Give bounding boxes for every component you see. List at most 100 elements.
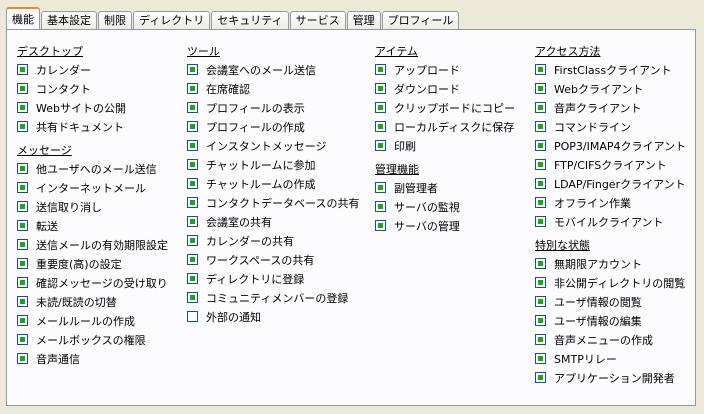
checkbox-checked[interactable] [187, 292, 198, 303]
checkbox-checked[interactable] [187, 102, 198, 113]
permission-option[interactable]: 音声メニューの作成 [535, 330, 686, 349]
permission-option[interactable]: クリップボードにコピー [375, 98, 515, 117]
permission-option[interactable]: プロフィールの表示 [187, 98, 359, 117]
permission-option[interactable]: FirstClassクライアント [535, 60, 686, 79]
checkbox-checked[interactable] [17, 258, 28, 269]
permission-option[interactable]: Webクライアント [535, 79, 686, 98]
checkbox-checked[interactable] [375, 121, 386, 132]
tab-services[interactable]: サービス [289, 11, 346, 29]
checkbox-checked[interactable] [17, 277, 28, 288]
permission-option[interactable]: 非公開ディレクトリの閲覧 [535, 273, 686, 292]
checkbox-checked[interactable] [535, 159, 546, 170]
checkbox-checked[interactable] [187, 254, 198, 265]
permission-option[interactable]: アプリケーション開発者 [535, 368, 686, 387]
checkbox-checked[interactable] [17, 64, 28, 75]
permission-option[interactable]: 転送 [17, 216, 168, 235]
checkbox-checked[interactable] [535, 197, 546, 208]
permission-option[interactable]: 在席確認 [187, 79, 359, 98]
permission-option[interactable]: SMTPリレー [535, 349, 686, 368]
permission-option[interactable]: ダウンロード [375, 79, 515, 98]
checkbox-checked[interactable] [535, 83, 546, 94]
checkbox-checked[interactable] [187, 273, 198, 284]
checkbox-checked[interactable] [535, 140, 546, 151]
permission-option[interactable]: アップロード [375, 60, 515, 79]
checkbox-checked[interactable] [17, 353, 28, 364]
tab-features[interactable]: 機能 [6, 7, 40, 29]
permission-option[interactable]: コミュニティメンバーの登録 [187, 288, 359, 307]
permission-option[interactable]: モバイルクライアント [535, 212, 686, 231]
permission-option[interactable]: チャットルームに参加 [187, 155, 359, 174]
checkbox-checked[interactable] [535, 372, 546, 383]
checkbox-checked[interactable] [535, 178, 546, 189]
permission-option[interactable]: 確認メッセージの受け取り [17, 273, 168, 292]
checkbox-checked[interactable] [535, 216, 546, 227]
checkbox-checked[interactable] [17, 315, 28, 326]
checkbox-checked[interactable] [375, 140, 386, 151]
permission-option[interactable]: 共有ドキュメント [17, 117, 168, 136]
checkbox-checked[interactable] [17, 182, 28, 193]
permission-option[interactable]: ユーザ情報の閲覧 [535, 292, 686, 311]
permission-option[interactable]: ディレクトリに登録 [187, 269, 359, 288]
checkbox-checked[interactable] [187, 140, 198, 151]
permission-option[interactable]: ユーザ情報の編集 [535, 311, 686, 330]
checkbox-checked[interactable] [375, 64, 386, 75]
permission-option[interactable]: 外部の通知 [187, 307, 359, 326]
permission-option[interactable]: プロフィールの作成 [187, 117, 359, 136]
checkbox-checked[interactable] [17, 239, 28, 250]
permission-option[interactable]: ローカルディスクに保存 [375, 117, 515, 136]
permission-option[interactable]: コンタクト [17, 79, 168, 98]
permission-option[interactable]: メールボックスの権限 [17, 330, 168, 349]
permission-option[interactable]: ワークスペースの共有 [187, 250, 359, 269]
checkbox-checked[interactable] [375, 182, 386, 193]
checkbox-unchecked[interactable] [187, 311, 198, 322]
tab-admin[interactable]: 管理 [346, 11, 381, 29]
permission-option[interactable]: 副管理者 [375, 178, 515, 197]
checkbox-checked[interactable] [535, 102, 546, 113]
checkbox-checked[interactable] [535, 334, 546, 345]
tab-limits[interactable]: 制限 [98, 11, 132, 29]
permission-option[interactable]: サーバの監視 [375, 197, 515, 216]
checkbox-checked[interactable] [535, 121, 546, 132]
checkbox-checked[interactable] [535, 296, 546, 307]
permission-option[interactable]: 印刷 [375, 136, 515, 155]
permission-option[interactable]: 他ユーザへのメール送信 [17, 159, 168, 178]
permission-option[interactable]: POP3/IMAP4クライアント [535, 136, 686, 155]
permission-option[interactable]: コンタクトデータベースの共有 [187, 193, 359, 212]
checkbox-checked[interactable] [535, 258, 546, 269]
checkbox-checked[interactable] [187, 64, 198, 75]
checkbox-checked[interactable] [187, 216, 198, 227]
checkbox-checked[interactable] [187, 197, 198, 208]
tab-directory[interactable]: ディレクトリ [133, 11, 211, 29]
permission-option[interactable]: インスタントメッセージ [187, 136, 359, 155]
checkbox-checked[interactable] [17, 201, 28, 212]
checkbox-checked[interactable] [17, 163, 28, 174]
permission-option[interactable]: オフライン作業 [535, 193, 686, 212]
permission-option[interactable]: インターネットメール [17, 178, 168, 197]
checkbox-checked[interactable] [17, 121, 28, 132]
checkbox-checked[interactable] [17, 296, 28, 307]
permission-option[interactable]: 未読/既読の切替 [17, 292, 168, 311]
permission-option[interactable]: メールルールの作成 [17, 311, 168, 330]
checkbox-checked[interactable] [187, 159, 198, 170]
permission-option[interactable]: コマンドライン [535, 117, 686, 136]
checkbox-checked[interactable] [535, 315, 546, 326]
permission-option[interactable]: カレンダーの共有 [187, 231, 359, 250]
checkbox-checked[interactable] [375, 201, 386, 212]
permission-option[interactable]: カレンダー [17, 60, 168, 79]
checkbox-checked[interactable] [535, 353, 546, 364]
permission-option[interactable]: Webサイトの公開 [17, 98, 168, 117]
checkbox-checked[interactable] [17, 220, 28, 231]
permission-option[interactable]: 重要度(高)の設定 [17, 254, 168, 273]
checkbox-checked[interactable] [187, 121, 198, 132]
checkbox-checked[interactable] [17, 334, 28, 345]
checkbox-checked[interactable] [535, 64, 546, 75]
permission-option[interactable]: 送信メールの有効期限設定 [17, 235, 168, 254]
tab-profile[interactable]: プロフィール [381, 11, 460, 29]
permission-option[interactable]: FTP/CIFSクライアント [535, 155, 686, 174]
checkbox-checked[interactable] [17, 102, 28, 113]
permission-option[interactable]: 会議室へのメール送信 [187, 60, 359, 79]
checkbox-checked[interactable] [187, 83, 198, 94]
checkbox-checked[interactable] [535, 277, 546, 288]
permission-option[interactable]: チャットルームの作成 [187, 174, 359, 193]
checkbox-checked[interactable] [187, 235, 198, 246]
